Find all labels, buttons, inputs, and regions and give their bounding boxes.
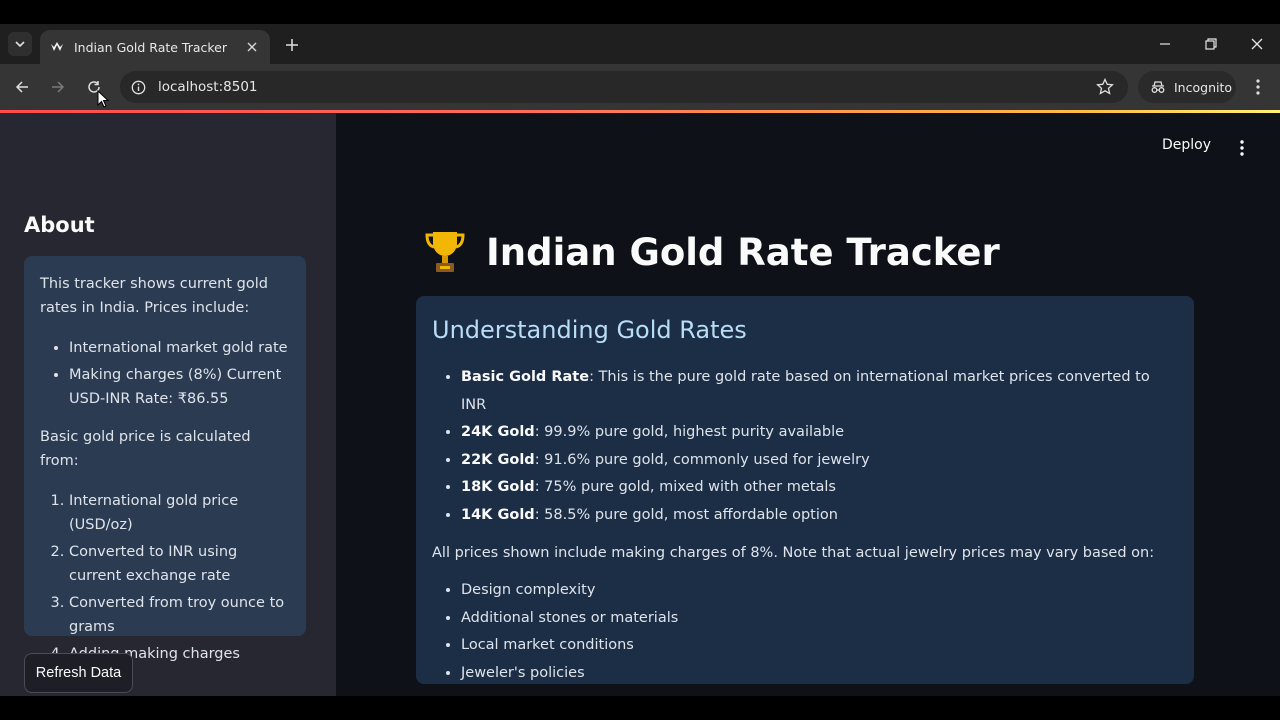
- streamlit-favicon-icon: [50, 40, 64, 54]
- list-item: Jeweler's policies: [461, 660, 1178, 688]
- mouse-cursor-icon: [97, 90, 109, 108]
- kebab-menu-icon: [1256, 79, 1260, 95]
- definition-text: : 75% pure gold, mixed with other metals: [534, 479, 836, 495]
- back-icon: [15, 81, 28, 93]
- making-charges-note: All prices shown include making charges …: [432, 545, 1155, 561]
- sidebar-intro: This tracker shows current gold rates in…: [40, 276, 268, 316]
- list-item: Design complexity: [461, 577, 1178, 605]
- address-bar[interactable]: localhost:8501: [120, 71, 1128, 103]
- list-item: 22K Gold: 91.6% pure gold, commonly used…: [461, 447, 1178, 475]
- list-item: 14K Gold: 58.5% pure gold, most affordab…: [461, 502, 1178, 530]
- list-item: International gold price (USD/oz): [69, 489, 290, 537]
- page-title-row: Indian Gold Rate Tracker: [424, 229, 1000, 275]
- list-item: Additional stones or materials: [461, 605, 1178, 633]
- star-icon[interactable]: [1096, 78, 1114, 96]
- factors-list: Design complexity Additional stones or m…: [432, 577, 1178, 687]
- definition-text: : 58.5% pure gold, most affordable optio…: [534, 506, 838, 523]
- browser-toolbar: localhost:8501 Incognito: [0, 64, 1280, 110]
- letterbox-bottom: [0, 696, 1280, 720]
- tab-close-button[interactable]: [244, 39, 260, 55]
- browser-tab-active[interactable]: Indian Gold Rate Tracker: [40, 30, 270, 64]
- close-window-icon: [1251, 38, 1263, 50]
- tab-search-icon: [15, 41, 25, 48]
- minimize-button[interactable]: [1152, 32, 1178, 56]
- app-menu-button[interactable]: [1232, 137, 1252, 159]
- list-item: Converted to INR using current exchange …: [69, 540, 290, 588]
- incognito-indicator[interactable]: Incognito: [1138, 71, 1236, 103]
- section-heading: Understanding Gold Rates: [432, 316, 747, 344]
- info-icon: [131, 80, 145, 94]
- tab-title: Indian Gold Rate Tracker: [74, 39, 228, 55]
- definition-text: : 99.9% pure gold, highest purity availa…: [534, 424, 845, 440]
- new-tab-button[interactable]: [280, 33, 304, 57]
- definition-term: 22K Gold: [461, 451, 535, 468]
- list-item: 24K Gold: 99.9% pure gold, highest purit…: [461, 419, 1178, 447]
- forward-button[interactable]: [45, 74, 71, 100]
- sidebar-info-box: This tracker shows current gold rates in…: [24, 256, 306, 662]
- sidebar-title: About: [24, 213, 95, 237]
- browser-menu-button[interactable]: [1248, 76, 1268, 98]
- browser-tabstrip: Indian Gold Rate Tracker: [0, 24, 1280, 64]
- definition-text: : 91.6% pure gold, commonly used for jew…: [534, 451, 870, 468]
- back-button[interactable]: [9, 74, 35, 100]
- close-window-button[interactable]: [1244, 32, 1270, 56]
- forward-icon: [52, 81, 65, 93]
- definition-term: Basic Gold Rate: [461, 369, 590, 385]
- tab-search-button[interactable]: [8, 32, 32, 56]
- list-item: 18K Gold: 75% pure gold, mixed with othe…: [461, 474, 1178, 502]
- definitions-list: Basic Gold Rate: This is the pure gold r…: [432, 364, 1178, 529]
- kebab-menu-icon: [1240, 140, 1244, 156]
- trophy-icon: [425, 232, 465, 272]
- definition-term: 24K Gold: [461, 424, 535, 440]
- incognito-label: Incognito: [1174, 79, 1233, 95]
- incognito-icon: [1151, 81, 1165, 93]
- main-content: Deploy Indian Gold Rate Tracker Understa…: [336, 113, 1280, 696]
- sidebar: About This tracker shows current gold ra…: [0, 113, 336, 696]
- list-item: Basic Gold Rate: This is the pure gold r…: [461, 364, 1178, 419]
- refresh-data-button[interactable]: Refresh Data: [24, 653, 133, 693]
- sidebar-bullet-list: International market gold rate Making ch…: [40, 336, 290, 411]
- letterbox-top: [0, 0, 1280, 24]
- gold-rates-info-box: Understanding Gold Rates Basic Gold Rate…: [416, 296, 1194, 684]
- definition-term: 14K Gold: [461, 506, 535, 523]
- sidebar-calc-intro: Basic gold price is calculated from:: [40, 429, 251, 469]
- sidebar-steps-list: International gold price (USD/oz) Conver…: [40, 489, 290, 666]
- deploy-button[interactable]: Deploy: [1162, 137, 1211, 153]
- list-item: Local market conditions: [461, 632, 1178, 660]
- list-item: International market gold rate: [69, 336, 290, 360]
- restore-button[interactable]: [1198, 32, 1224, 56]
- definition-term: 18K Gold: [461, 479, 535, 495]
- site-info-button[interactable]: [130, 79, 146, 95]
- restore-icon: [1205, 38, 1217, 50]
- plus-icon: [286, 39, 298, 51]
- page-title: Indian Gold Rate Tracker: [486, 230, 1000, 274]
- list-item: Making charges (8%) Current USD-INR Rate…: [69, 363, 290, 411]
- list-item: Converted from troy ounce to grams: [69, 591, 290, 639]
- close-icon: [247, 42, 257, 52]
- url-text: localhost:8501: [158, 79, 258, 95]
- minimize-icon: [1160, 43, 1170, 45]
